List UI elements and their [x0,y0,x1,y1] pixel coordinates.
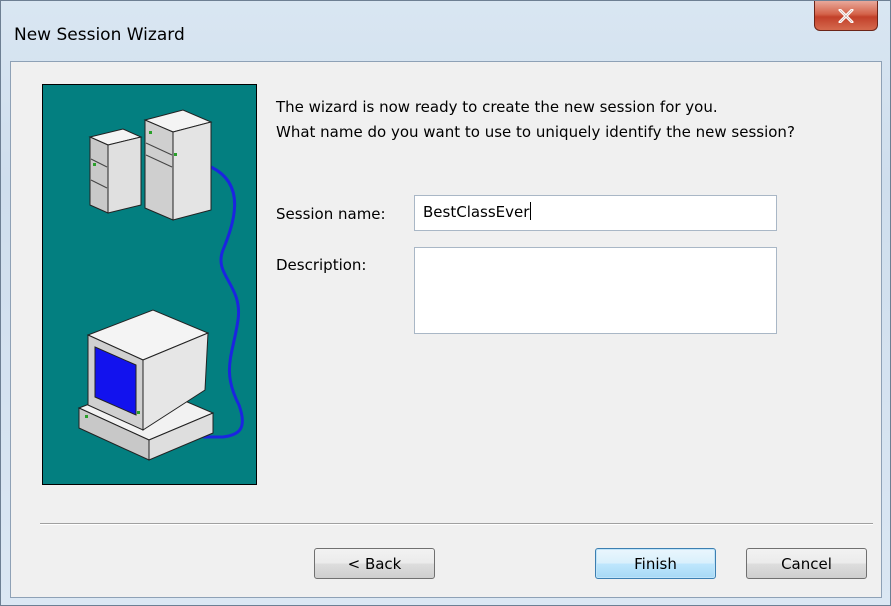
cancel-button[interactable]: Cancel [746,548,867,579]
server-to-computer-network-icon [77,109,244,461]
title-bar[interactable]: New Session Wizard [1,1,890,61]
message-line-1: The wizard is now ready to create the ne… [276,98,718,116]
wizard-message: The wizard is now ready to create the ne… [276,97,795,142]
wizard-client-area: The wizard is now ready to create the ne… [10,61,882,598]
wizard-window: New Session Wizard The wizard is now rea… [0,0,891,606]
window-title: New Session Wizard [14,25,185,45]
session-name-value: BestClassEver [423,203,530,221]
close-icon [838,8,854,23]
button-separator [40,523,873,525]
session-name-input[interactable]: BestClassEver [414,195,777,231]
close-button[interactable] [814,1,878,31]
text-caret [530,202,532,220]
message-line-2: What name do you want to use to uniquely… [276,123,795,141]
finish-button[interactable]: Finish [595,548,716,579]
session-name-label: Session name: [276,205,386,223]
description-label: Description: [276,256,367,274]
back-button[interactable]: < Back [314,548,435,579]
wizard-illustration [42,84,257,485]
description-input[interactable] [414,247,777,334]
